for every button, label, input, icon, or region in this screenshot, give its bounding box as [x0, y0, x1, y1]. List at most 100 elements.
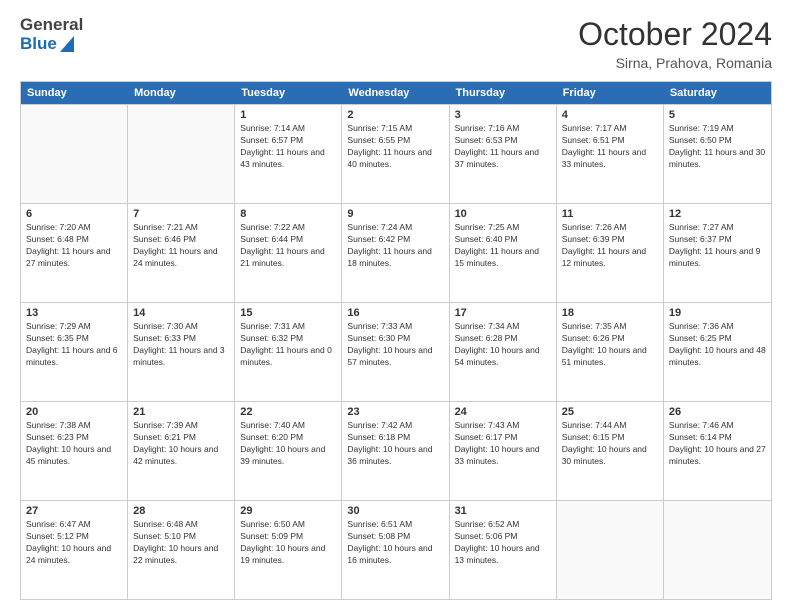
cell-info: Sunrise: 7:42 AM Sunset: 6:18 PM Dayligh… — [347, 420, 443, 468]
calendar-cell: 30Sunrise: 6:51 AM Sunset: 5:08 PM Dayli… — [342, 501, 449, 599]
cell-day-number: 2 — [347, 109, 443, 121]
cell-day-number: 14 — [133, 307, 229, 319]
calendar-header-cell: Monday — [128, 82, 235, 104]
title-section: October 2024 Sirna, Prahova, Romania — [578, 16, 772, 71]
cell-info: Sunrise: 7:21 AM Sunset: 6:46 PM Dayligh… — [133, 222, 229, 270]
cell-day-number: 17 — [455, 307, 551, 319]
cell-day-number: 3 — [455, 109, 551, 121]
calendar-cell: 3 Sunrise: 7:16 AM Sunset: 6:53 PM Daylig… — [450, 105, 557, 203]
cell-day-number: 31 — [455, 505, 551, 517]
calendar-cell: 27Sunrise: 6:47 AM Sunset: 5:12 PM Dayli… — [21, 501, 128, 599]
cell-day-number: 16 — [347, 307, 443, 319]
cell-day-number: 10 — [455, 208, 551, 220]
cell-info: Sunrise: 7:35 AM Sunset: 6:26 PM Dayligh… — [562, 321, 658, 369]
cell-day-number: 29 — [240, 505, 336, 517]
logo-arrow-icon — [60, 36, 74, 52]
calendar-row: 13Sunrise: 7:29 AM Sunset: 6:35 PM Dayli… — [21, 302, 771, 401]
cell-day-number: 7 — [133, 208, 229, 220]
calendar-cell: 9 Sunrise: 7:24 AM Sunset: 6:42 PM Daylig… — [342, 204, 449, 302]
calendar-cell: 28 Sunrise: 6:48 AM Sunset: 5:10 PM Dayli… — [128, 501, 235, 599]
cell-info: Sunrise: 7:17 AM Sunset: 6:51 PM Dayligh… — [562, 123, 658, 171]
cell-info: Sunrise: 7:16 AM Sunset: 6:53 PM Dayligh… — [455, 123, 551, 171]
cell-day-number: 21 — [133, 406, 229, 418]
calendar-row: 1 Sunrise: 7:14 AM Sunset: 6:57 PM Daylig… — [21, 104, 771, 203]
calendar-cell: 25Sunrise: 7:44 AM Sunset: 6:15 PM Dayli… — [557, 402, 664, 500]
calendar-cell: 12Sunrise: 7:27 AM Sunset: 6:37 PM Dayli… — [664, 204, 771, 302]
calendar-cell: 14 Sunrise: 7:30 AM Sunset: 6:33 PM Dayli… — [128, 303, 235, 401]
cell-day-number: 23 — [347, 406, 443, 418]
cell-day-number: 18 — [562, 307, 658, 319]
cell-day-number: 9 — [347, 208, 443, 220]
calendar-row: 20Sunrise: 7:38 AM Sunset: 6:23 PM Dayli… — [21, 401, 771, 500]
calendar-row: 27Sunrise: 6:47 AM Sunset: 5:12 PM Dayli… — [21, 500, 771, 599]
calendar-cell: 2 Sunrise: 7:15 AM Sunset: 6:55 PM Daylig… — [342, 105, 449, 203]
cell-info: Sunrise: 7:34 AM Sunset: 6:28 PM Dayligh… — [455, 321, 551, 369]
cell-day-number: 20 — [26, 406, 122, 418]
calendar-cell: 23 Sunrise: 7:42 AM Sunset: 6:18 PM Dayli… — [342, 402, 449, 500]
cell-info: Sunrise: 7:25 AM Sunset: 6:40 PM Dayligh… — [455, 222, 551, 270]
calendar-cell: 15 Sunrise: 7:31 AM Sunset: 6:32 PM Dayli… — [235, 303, 342, 401]
calendar-cell — [557, 501, 664, 599]
cell-day-number: 28 — [133, 505, 229, 517]
cell-info: Sunrise: 7:31 AM Sunset: 6:32 PM Dayligh… — [240, 321, 336, 369]
cell-day-number: 15 — [240, 307, 336, 319]
cell-info: Sunrise: 7:24 AM Sunset: 6:42 PM Dayligh… — [347, 222, 443, 270]
calendar-cell: 8Sunrise: 7:22 AM Sunset: 6:44 PM Daylig… — [235, 204, 342, 302]
cell-info: Sunrise: 7:22 AM Sunset: 6:44 PM Dayligh… — [240, 222, 336, 270]
cell-info: Sunrise: 7:26 AM Sunset: 6:39 PM Dayligh… — [562, 222, 658, 270]
calendar-cell: 24Sunrise: 7:43 AM Sunset: 6:17 PM Dayli… — [450, 402, 557, 500]
calendar-cell: 19Sunrise: 7:36 AM Sunset: 6:25 PM Dayli… — [664, 303, 771, 401]
calendar-cell: 6 Sunrise: 7:20 AM Sunset: 6:48 PM Daylig… — [21, 204, 128, 302]
cell-info: Sunrise: 7:44 AM Sunset: 6:15 PM Dayligh… — [562, 420, 658, 468]
calendar-cell: 5Sunrise: 7:19 AM Sunset: 6:50 PM Daylig… — [664, 105, 771, 203]
calendar-cell: 11 Sunrise: 7:26 AM Sunset: 6:39 PM Dayli… — [557, 204, 664, 302]
month-title: October 2024 — [578, 16, 772, 53]
cell-day-number: 30 — [347, 505, 443, 517]
cell-info: Sunrise: 6:52 AM Sunset: 5:06 PM Dayligh… — [455, 519, 551, 567]
calendar-cell: 4 Sunrise: 7:17 AM Sunset: 6:51 PM Daylig… — [557, 105, 664, 203]
calendar-cell: 13Sunrise: 7:29 AM Sunset: 6:35 PM Dayli… — [21, 303, 128, 401]
calendar-cell: 26Sunrise: 7:46 AM Sunset: 6:14 PM Dayli… — [664, 402, 771, 500]
calendar-cell — [128, 105, 235, 203]
page: General Blue October 2024 Sirna, Prahova… — [0, 0, 792, 612]
cell-day-number: 5 — [669, 109, 766, 121]
cell-info: Sunrise: 7:43 AM Sunset: 6:17 PM Dayligh… — [455, 420, 551, 468]
cell-day-number: 26 — [669, 406, 766, 418]
calendar-cell: 7 Sunrise: 7:21 AM Sunset: 6:46 PM Daylig… — [128, 204, 235, 302]
calendar-row: 6 Sunrise: 7:20 AM Sunset: 6:48 PM Daylig… — [21, 203, 771, 302]
cell-day-number: 1 — [240, 109, 336, 121]
logo-general: General — [20, 16, 83, 35]
calendar-header-cell: Saturday — [664, 82, 771, 104]
cell-day-number: 13 — [26, 307, 122, 319]
location: Sirna, Prahova, Romania — [578, 55, 772, 71]
cell-day-number: 12 — [669, 208, 766, 220]
calendar-cell: 22Sunrise: 7:40 AM Sunset: 6:20 PM Dayli… — [235, 402, 342, 500]
calendar-cell: 1 Sunrise: 7:14 AM Sunset: 6:57 PM Daylig… — [235, 105, 342, 203]
calendar-header-cell: Friday — [557, 82, 664, 104]
calendar-header-cell: Wednesday — [342, 82, 449, 104]
cell-day-number: 6 — [26, 208, 122, 220]
header: General Blue October 2024 Sirna, Prahova… — [20, 16, 772, 71]
cell-info: Sunrise: 7:33 AM Sunset: 6:30 PM Dayligh… — [347, 321, 443, 369]
calendar-header: SundayMondayTuesdayWednesdayThursdayFrid… — [21, 82, 771, 104]
cell-info: Sunrise: 7:39 AM Sunset: 6:21 PM Dayligh… — [133, 420, 229, 468]
cell-info: Sunrise: 7:15 AM Sunset: 6:55 PM Dayligh… — [347, 123, 443, 171]
cell-info: Sunrise: 7:20 AM Sunset: 6:48 PM Dayligh… — [26, 222, 122, 270]
calendar-header-cell: Sunday — [21, 82, 128, 104]
cell-day-number: 27 — [26, 505, 122, 517]
calendar-body: 1 Sunrise: 7:14 AM Sunset: 6:57 PM Daylig… — [21, 104, 771, 599]
calendar-cell: 21 Sunrise: 7:39 AM Sunset: 6:21 PM Dayli… — [128, 402, 235, 500]
logo-text: General Blue — [20, 16, 83, 53]
cell-info: Sunrise: 7:30 AM Sunset: 6:33 PM Dayligh… — [133, 321, 229, 369]
calendar-header-cell: Tuesday — [235, 82, 342, 104]
cell-day-number: 11 — [562, 208, 658, 220]
cell-info: Sunrise: 6:50 AM Sunset: 5:09 PM Dayligh… — [240, 519, 336, 567]
calendar-cell: 29 Sunrise: 6:50 AM Sunset: 5:09 PM Dayli… — [235, 501, 342, 599]
calendar-cell: 10 Sunrise: 7:25 AM Sunset: 6:40 PM Dayli… — [450, 204, 557, 302]
calendar-cell: 16 Sunrise: 7:33 AM Sunset: 6:30 PM Dayli… — [342, 303, 449, 401]
calendar-cell — [664, 501, 771, 599]
cell-info: Sunrise: 7:14 AM Sunset: 6:57 PM Dayligh… — [240, 123, 336, 171]
cell-info: Sunrise: 6:48 AM Sunset: 5:10 PM Dayligh… — [133, 519, 229, 567]
cell-info: Sunrise: 7:40 AM Sunset: 6:20 PM Dayligh… — [240, 420, 336, 468]
cell-day-number: 4 — [562, 109, 658, 121]
